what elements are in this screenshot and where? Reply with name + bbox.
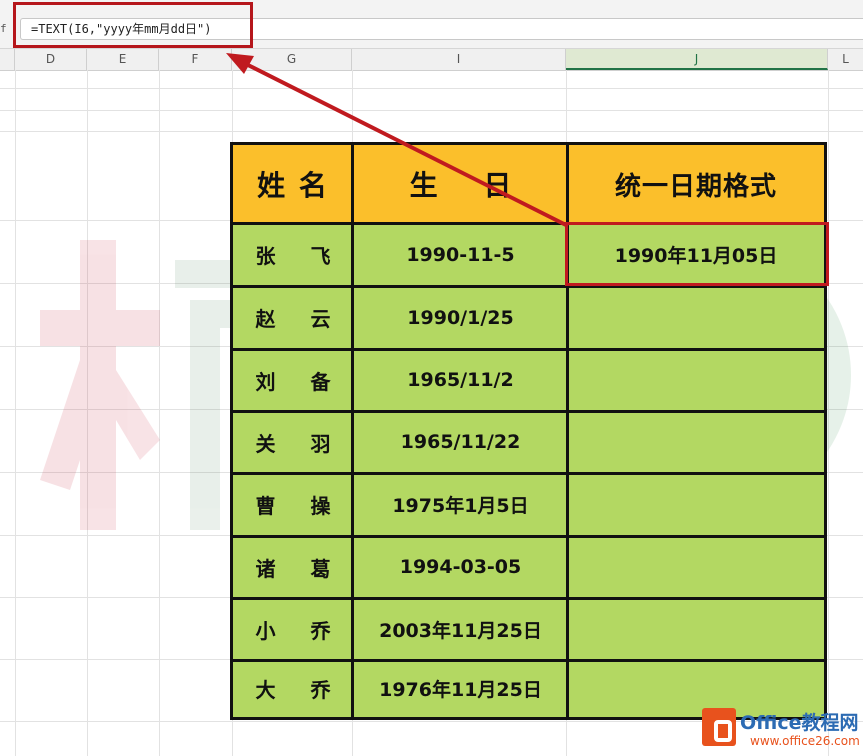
header-unified-format[interactable]: 统一日期格式	[568, 145, 824, 223]
column-header-g[interactable]: G	[232, 49, 352, 70]
table-divider	[233, 348, 824, 351]
cell-unified[interactable]	[568, 286, 824, 349]
table-divider	[233, 659, 824, 662]
table-divider	[233, 535, 824, 538]
cell-birthday[interactable]: 1965/11/22	[353, 411, 568, 473]
cell-birthday[interactable]: 1990-11-5	[353, 223, 568, 286]
cell-birthday[interactable]: 1990/1/25	[353, 286, 568, 349]
cell-name[interactable]: 大 乔	[233, 660, 353, 717]
cell-name[interactable]: 关 羽	[233, 411, 353, 473]
column-header-row: D E F G I J L	[0, 49, 863, 71]
table-divider	[233, 597, 824, 600]
fx-label[interactable]: f	[0, 22, 7, 36]
cell-unified[interactable]	[568, 411, 824, 473]
cell-unified[interactable]	[568, 536, 824, 598]
table-divider	[233, 472, 824, 475]
cell-name[interactable]: 张 飞	[233, 223, 353, 286]
column-header-f[interactable]: F	[159, 49, 232, 70]
column-header-d[interactable]: D	[15, 49, 87, 70]
cell-unified[interactable]	[568, 473, 824, 536]
cell-name[interactable]: 诸 葛	[233, 536, 353, 598]
table-divider	[351, 145, 354, 717]
cell-birthday[interactable]: 2003年11月25日	[353, 598, 568, 660]
column-header-j[interactable]: J	[566, 49, 828, 70]
header-name[interactable]: 姓 名	[233, 145, 353, 223]
column-header-l[interactable]: L	[828, 49, 863, 70]
column-header-hidden[interactable]	[0, 49, 15, 70]
cell-birthday[interactable]: 1994-03-05	[353, 536, 568, 598]
cell-birthday[interactable]: 1975年1月5日	[353, 473, 568, 536]
logo-title: Office教程网	[740, 712, 859, 734]
column-header-i[interactable]: I	[352, 49, 566, 70]
table-divider	[233, 410, 824, 413]
cell-name[interactable]: 刘 备	[233, 349, 353, 411]
site-logo: Office教程网 www.office26.com	[698, 704, 863, 754]
logo-url: www.office26.com	[750, 734, 860, 748]
cell-birthday[interactable]: 1976年11月25日	[353, 660, 568, 717]
cell-name[interactable]: 赵 云	[233, 286, 353, 349]
result-cell-highlight	[565, 222, 829, 286]
cell-birthday[interactable]: 1965/11/2	[353, 349, 568, 411]
cell-name[interactable]: 小 乔	[233, 598, 353, 660]
cell-unified[interactable]	[568, 349, 824, 411]
cell-unified[interactable]	[568, 598, 824, 660]
column-header-e[interactable]: E	[87, 49, 159, 70]
office-logo-icon	[702, 708, 736, 746]
formula-highlight-box	[13, 2, 253, 48]
cell-name[interactable]: 曹 操	[233, 473, 353, 536]
header-birthday[interactable]: 生 日	[353, 145, 568, 223]
